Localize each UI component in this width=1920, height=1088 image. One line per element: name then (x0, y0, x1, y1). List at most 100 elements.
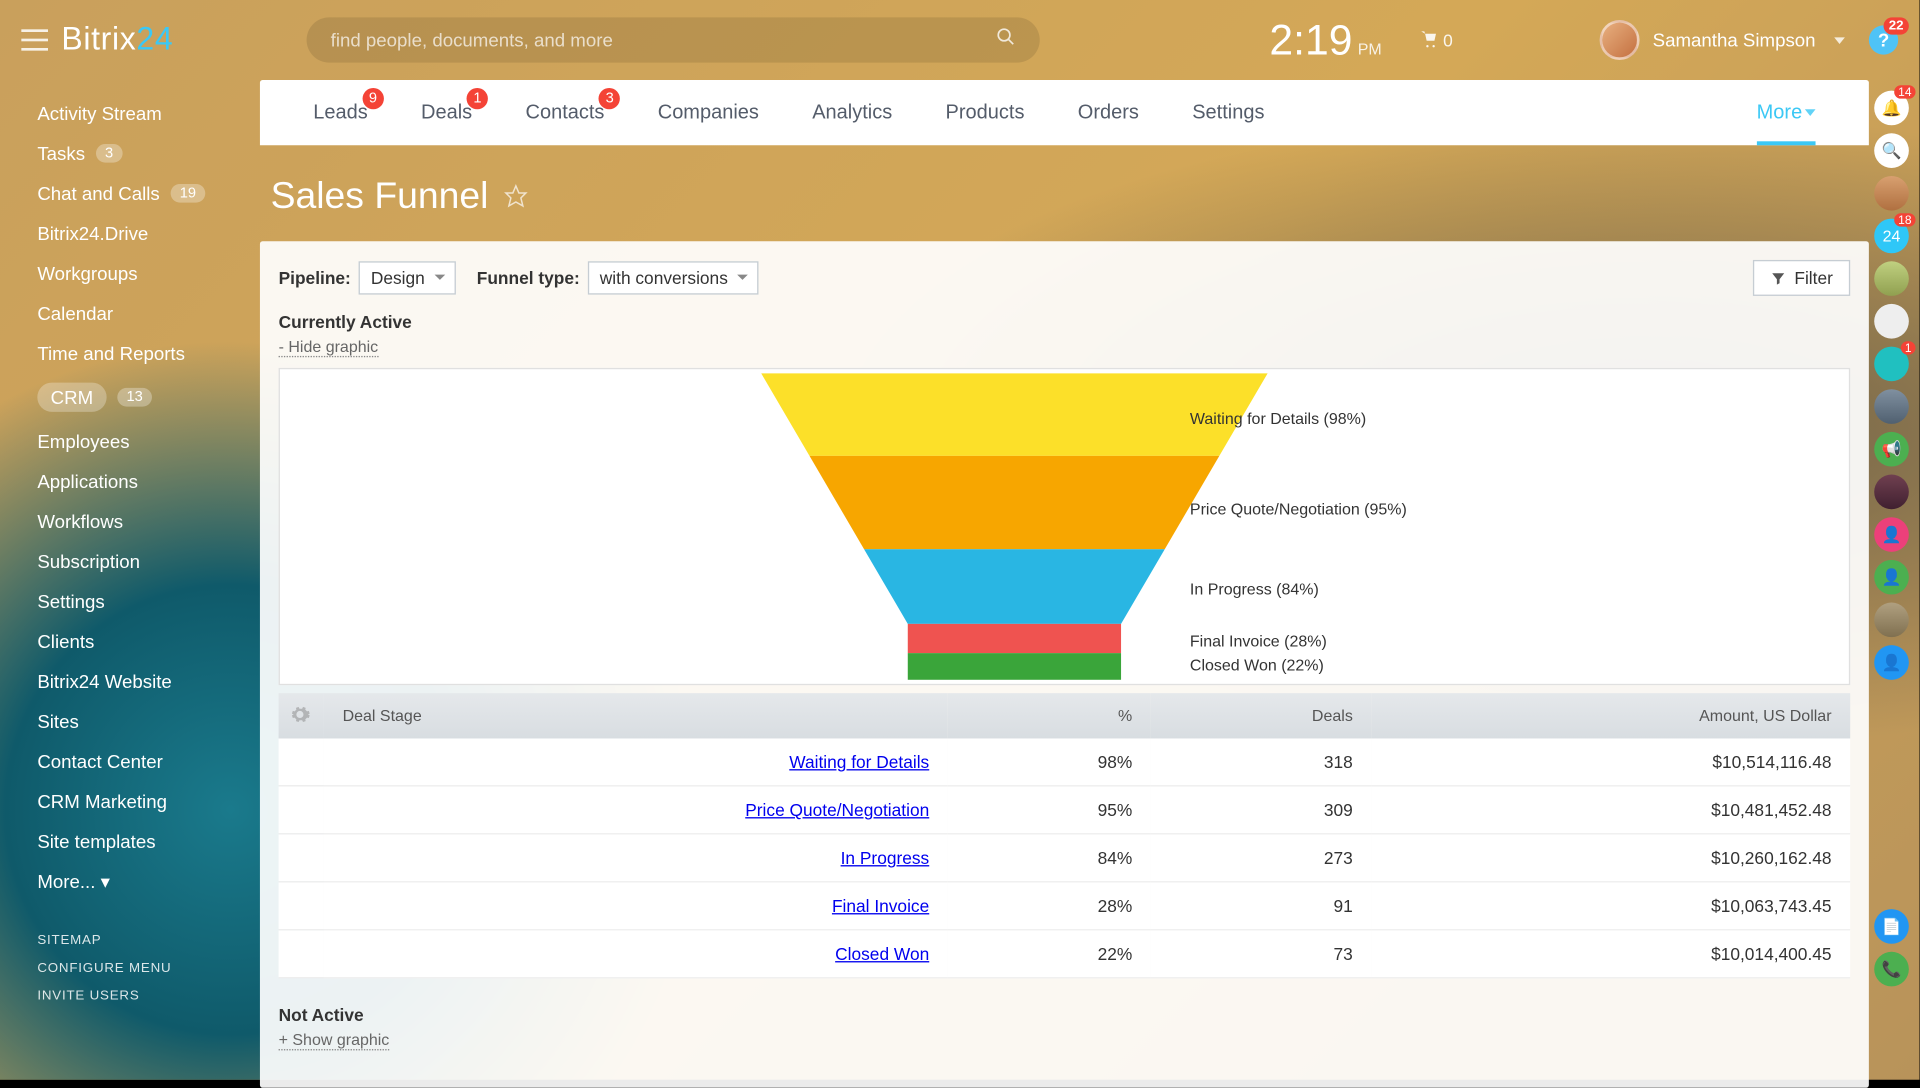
bell-icon[interactable]: 🔔14 (1874, 91, 1909, 126)
funnel-segment (907, 624, 1120, 653)
sidenav-item[interactable]: CRM Marketing (37, 781, 260, 821)
tab-orders[interactable]: Orders (1051, 80, 1165, 145)
sidenav-item[interactable]: Bitrix24 Website (37, 661, 260, 701)
gear-icon[interactable] (289, 703, 310, 724)
page-header: Sales Funnel (260, 145, 1869, 241)
sidenav-item[interactable]: Sites (37, 701, 260, 741)
sidenav-item[interactable]: Contact Center (37, 741, 260, 781)
hide-graphic-link[interactable]: - Hide graphic (279, 337, 379, 357)
deals-cell: 318 (1151, 738, 1372, 785)
avatar[interactable] (1874, 261, 1909, 296)
help-button[interactable]: ? 22 (1869, 25, 1898, 54)
stage-link[interactable]: Final Invoice (832, 896, 929, 916)
section-active-title: Currently Active (279, 312, 1851, 332)
sidenav-item[interactable]: Site templates (37, 821, 260, 861)
avatar[interactable] (1874, 389, 1909, 424)
col-header[interactable]: Deals (1151, 693, 1372, 738)
sidenav-label: Contact Center (37, 750, 163, 771)
star-icon[interactable] (504, 184, 528, 208)
funnel-type-select[interactable]: with conversions (588, 261, 759, 294)
phone-icon[interactable]: 📞 (1874, 952, 1909, 987)
funnel-label: Final Invoice (28%) (1190, 632, 1327, 651)
sidenav-item[interactable]: Workgroups (37, 253, 260, 293)
tab-companies[interactable]: Companies (631, 80, 785, 145)
lines-icon[interactable]: 📄 (1874, 909, 1909, 944)
chevron-down-icon (1834, 37, 1845, 44)
stage-link[interactable]: Waiting for Details (789, 752, 929, 772)
sidenav-badge: 13 (117, 388, 152, 407)
pipeline-label: Pipeline: (279, 268, 351, 288)
b24-icon[interactable]: 2418 (1874, 219, 1909, 254)
avatar[interactable] (1874, 304, 1909, 339)
person-icon[interactable]: 👤 (1874, 517, 1909, 552)
logo[interactable]: Bitrix24 (61, 21, 173, 58)
sidenav-item[interactable]: Settings (37, 581, 260, 621)
avatar[interactable] (1874, 176, 1909, 211)
funnel-chart: Waiting for Details (98%) Price Quote/Neg… (279, 368, 1851, 685)
sidenav-item[interactable]: Subscription (37, 541, 260, 581)
deals-cell: 91 (1151, 882, 1372, 930)
sidenav-label: Bitrix24.Drive (37, 223, 148, 244)
funnel-label: Waiting for Details (98%) (1190, 409, 1366, 428)
stage-link[interactable]: In Progress (841, 848, 930, 868)
menu-icon[interactable] (21, 29, 48, 50)
page-title: Sales Funnel (271, 175, 489, 218)
avatar[interactable] (1874, 603, 1909, 638)
stage-link[interactable]: Price Quote/Negotiation (745, 800, 929, 820)
cart-indicator[interactable]: 0 (1419, 30, 1453, 50)
person-blue-icon[interactable]: 👤 (1874, 645, 1909, 680)
sidenav-item[interactable]: Activity Stream (37, 93, 260, 133)
tab-contacts[interactable]: Contacts3 (499, 80, 631, 145)
user-name: Samantha Simpson (1653, 29, 1816, 50)
person-add-icon[interactable]: 👤 (1874, 560, 1909, 595)
sidenav-item[interactable]: Employees (37, 421, 260, 461)
tab-deals[interactable]: Deals1 (394, 80, 498, 145)
tab-products[interactable]: Products (919, 80, 1051, 145)
pipeline-select[interactable]: Design (359, 261, 456, 294)
search-icon[interactable] (996, 27, 1016, 54)
tab-analytics[interactable]: Analytics (786, 80, 919, 145)
sidenav-label: Bitrix24 Website (37, 670, 172, 691)
sidenav-small-link[interactable]: SITEMAP (37, 926, 260, 954)
sidenav: Activity StreamTasks3Chat and Calls19 Bit… (0, 80, 260, 1010)
sidenav-item[interactable]: Clients (37, 621, 260, 661)
col-header[interactable]: % (948, 693, 1151, 738)
announce-icon[interactable]: 📢 (1874, 432, 1909, 467)
sidenav-item[interactable]: Workflows (37, 501, 260, 541)
tab-leads[interactable]: Leads9 (287, 80, 395, 145)
avatar[interactable] (1874, 475, 1909, 510)
help-badge: 22 (1883, 17, 1908, 34)
search-box[interactable] (307, 17, 1040, 62)
funnel-segment (907, 653, 1120, 680)
sidenav-item[interactable]: Tasks3 (37, 133, 260, 173)
sidenav-small-link[interactable]: CONFIGURE MENU (37, 954, 260, 982)
filter-button[interactable]: Filter (1753, 260, 1850, 296)
avatar[interactable]: 1 (1874, 347, 1909, 382)
sidenav-item[interactable]: Calendar (37, 293, 260, 333)
sidenav-small-link[interactable]: INVITE USERS (37, 982, 260, 1010)
sidenav-item[interactable]: CRM13 (37, 373, 260, 421)
filter-icon (1770, 270, 1786, 286)
search-input[interactable] (331, 29, 996, 50)
col-header[interactable]: Deal Stage (324, 693, 948, 738)
sidenav-item[interactable]: Chat and Calls19 (37, 173, 260, 213)
funnel-segment (863, 549, 1164, 624)
show-graphic-link[interactable]: + Show graphic (279, 1030, 390, 1050)
section-inactive-title: Not Active (279, 1005, 1851, 1025)
user-menu[interactable]: Samantha Simpson (1599, 20, 1845, 60)
sidenav-item[interactable]: Bitrix24.Drive (37, 213, 260, 253)
pct-cell: 95% (948, 786, 1151, 834)
funnel-type-label: Funnel type: (477, 268, 580, 288)
stage-link[interactable]: Closed Won (835, 944, 929, 964)
tab-settings[interactable]: Settings (1166, 80, 1292, 145)
sidenav-item[interactable]: Time and Reports (37, 333, 260, 373)
sidenav-item[interactable]: More... ▾ (37, 861, 260, 902)
col-header[interactable]: Amount, US Dollar (1371, 693, 1850, 738)
sidenav-badge: 3 (96, 144, 123, 163)
pct-cell: 98% (948, 738, 1151, 785)
funnel-label: Price Quote/Negotiation (95%) (1190, 500, 1407, 519)
tab-more[interactable]: More (1730, 80, 1842, 145)
search-rail-icon[interactable]: 🔍 (1874, 133, 1909, 168)
sidenav-item[interactable]: Applications (37, 461, 260, 501)
topbar: Bitrix24 2:19PM 0 Samantha Simpson ? 22 (0, 0, 1920, 80)
